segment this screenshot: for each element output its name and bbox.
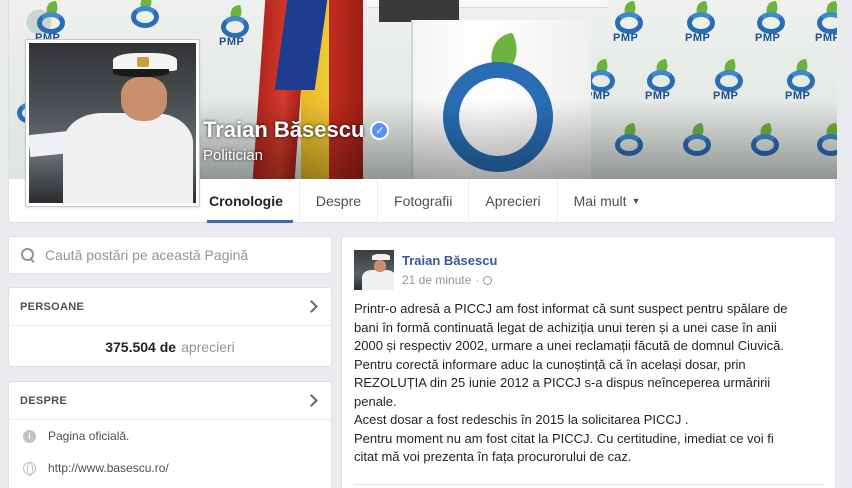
pmp-logo: PMP	[213, 4, 257, 50]
official-label: Pagina oficială.	[48, 429, 130, 443]
website-link[interactable]: http://www.basescu.ro/	[48, 461, 169, 475]
caret-down-icon: ▼	[631, 196, 641, 206]
tab-despre[interactable]: Despre	[300, 179, 379, 223]
page-header: PMP PMP PMP PMP PMP PMP PMP PMP PMP PMP	[8, 0, 837, 223]
tab-mai-mult[interactable]: Mai mult ▼	[558, 179, 657, 223]
pmp-logo: PMP	[607, 0, 651, 46]
post-line: Pentru moment nu am fost citat la PICCJ.…	[354, 430, 774, 446]
tab-cronologie[interactable]: Cronologie	[199, 179, 300, 223]
public-globe-icon	[483, 275, 493, 285]
likes-count: 375.504 de	[105, 339, 177, 355]
post-line: citat mă voi prezenta în fața procurorul…	[354, 449, 632, 464]
likes-summary: 375.504 de aprecieri	[9, 326, 331, 368]
chevron-right-icon[interactable]	[305, 300, 318, 313]
page-tabs: Cronologie Despre Fotografii Aprecieri M…	[199, 179, 656, 223]
search-input[interactable]	[45, 247, 315, 263]
about-card: DESPRE i Pagina oficială. http://www.bas…	[8, 381, 332, 488]
about-card-header[interactable]: DESPRE	[9, 382, 331, 420]
likes-label: aprecieri	[181, 339, 235, 355]
about-official: i Pagina oficială.	[9, 420, 331, 452]
profile-picture[interactable]	[25, 39, 200, 207]
post-timestamp[interactable]: 21 de minute	[402, 273, 471, 287]
post-card: Traian Băsescu 21 de minute · Printr-o a…	[341, 236, 836, 488]
info-icon: i	[23, 429, 36, 443]
pmp-logo: PMP	[749, 0, 793, 46]
pmp-logo	[123, 0, 167, 40]
pmp-logo: PMP	[809, 0, 837, 46]
post-line: penale.	[354, 393, 397, 409]
tab-aprecieri[interactable]: Aprecieri	[469, 179, 558, 223]
about-website: http://www.basescu.ro/	[9, 452, 331, 484]
chevron-right-icon[interactable]	[305, 394, 318, 407]
pmp-logo: PMP	[779, 58, 823, 104]
tab-fotografii[interactable]: Fotografii	[378, 179, 470, 223]
page-search	[8, 236, 332, 274]
post-line: Acest dosar a fost redeschis în 2015 la …	[354, 412, 689, 427]
post-line: bani în formă continuată legat de achizi…	[354, 319, 777, 335]
page-identity: Traian Băsescu ✓ Politician	[203, 117, 390, 164]
post-line: Pentru corectă informare aduc la cunoști…	[354, 356, 746, 372]
pmp-logo: PMP	[679, 0, 723, 46]
people-card-header[interactable]: PERSOANE	[9, 288, 331, 326]
divider	[354, 484, 823, 485]
post-line: Printr-o adresă a PICCJ am fost informat…	[354, 301, 788, 316]
post-line: 2000 și respectiv 2002, urmare a unei re…	[354, 338, 784, 353]
about-title: DESPRE	[20, 394, 68, 407]
post-meta: 21 de minute ·	[402, 273, 493, 287]
page-name[interactable]: Traian Băsescu	[203, 117, 364, 143]
people-card: PERSOANE 375.504 de aprecieri	[8, 287, 332, 367]
post-text: Printr-o adresă a PICCJ am fost informat…	[354, 300, 829, 467]
pmp-logo: PMP	[707, 58, 751, 104]
pmp-logo: PMP	[639, 58, 683, 104]
post-line: REZOLUȚIA din 25 iunie 2012 a PICCJ s-a …	[354, 375, 771, 390]
avatar[interactable]	[354, 250, 394, 290]
search-icon	[21, 248, 35, 262]
people-title: PERSOANE	[20, 300, 85, 313]
verified-badge-icon: ✓	[370, 120, 390, 140]
post-author[interactable]: Traian Băsescu	[402, 253, 497, 268]
page-category: Politician	[203, 147, 264, 164]
globe-icon	[23, 461, 36, 476]
